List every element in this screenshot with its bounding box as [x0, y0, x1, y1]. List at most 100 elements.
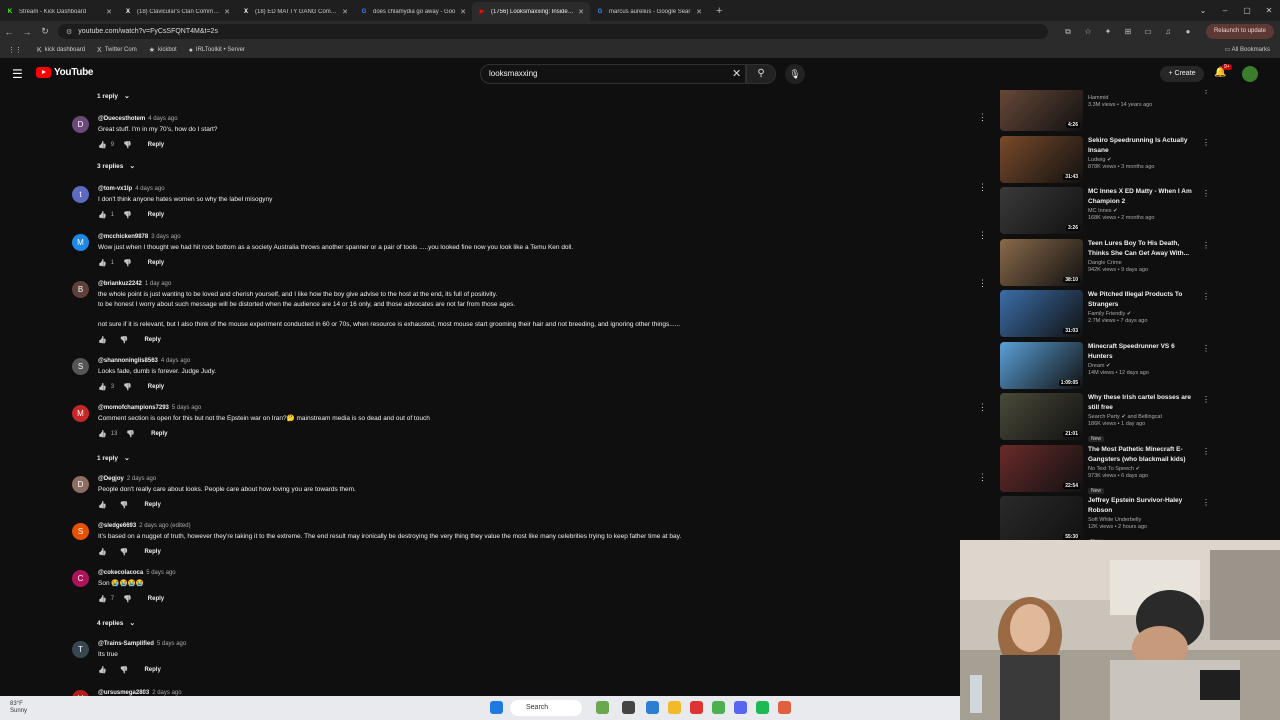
profile-icon[interactable]: ● — [1178, 27, 1198, 37]
taskbar-search[interactable]: Search — [510, 700, 582, 716]
address-bar[interactable]: ⚙ youtube.com/watch?v=FyCsSFQNT4M&t=2s — [58, 24, 1048, 39]
video-channel[interactable]: No Text To Speech ✔ — [1088, 466, 1198, 472]
commenter-avatar[interactable]: M — [72, 234, 89, 251]
video-title[interactable]: The Most Pathetic Minecraft E-Gangsters … — [1088, 445, 1198, 465]
like-icon[interactable]: 👍 — [98, 383, 107, 391]
comment-author[interactable]: @momofchampions7293 — [98, 405, 169, 411]
tab-close-icon[interactable]: ✕ — [224, 8, 230, 16]
commenter-avatar[interactable]: D — [72, 476, 89, 493]
dislike-icon[interactable]: 👎 — [123, 595, 132, 603]
related-video-card[interactable]: 3:26 MC Innes X ED Matty - When I Am Cham… — [1000, 187, 1210, 237]
like-icon[interactable]: 👍 — [98, 548, 107, 556]
guide-menu-icon[interactable]: ☰ — [12, 67, 23, 81]
tab-close-icon[interactable]: ✕ — [460, 8, 466, 16]
video-thumbnail[interactable]: 4:26 — [1000, 90, 1083, 131]
comment-time[interactable]: 4 days ago — [161, 358, 190, 364]
back-button[interactable]: ← — [0, 27, 18, 37]
comment-author[interactable]: @shannoninglis8563 — [98, 358, 158, 364]
video-menu-icon[interactable]: ⋮ — [1202, 498, 1210, 507]
youtube-logo[interactable]: YouTube — [36, 67, 94, 78]
reload-button[interactable]: ↻ — [36, 26, 54, 37]
commenter-avatar[interactable]: C — [72, 570, 89, 587]
dislike-icon[interactable]: 👎 — [123, 141, 132, 149]
task-view-icon[interactable] — [622, 701, 635, 714]
video-menu-icon[interactable]: ⋮ — [1202, 189, 1210, 198]
comment-menu-icon[interactable]: ⋮ — [978, 278, 987, 289]
browser-tab[interactable]: Gdoes chlamydia go away - Goo ✕ — [354, 2, 472, 21]
browser-tab[interactable]: K Stream - Kick Dashboard ✕ — [0, 2, 118, 21]
reply-button[interactable]: Reply — [151, 431, 167, 437]
reply-button[interactable]: Reply — [148, 596, 164, 602]
browser-tab[interactable]: X (18) Clavicular's Clan Communi ✕ — [118, 2, 236, 21]
sidepanel-icon[interactable]: ▭ — [1138, 27, 1158, 37]
like-icon[interactable]: 👍 — [98, 211, 107, 219]
video-channel[interactable]: Dream ✔ — [1088, 363, 1198, 369]
video-title[interactable]: Minecraft Speedrunner VS 6 Hunters — [1088, 342, 1198, 362]
commenter-avatar[interactable]: D — [72, 116, 89, 133]
video-menu-icon[interactable]: ⋮ — [1202, 292, 1210, 301]
bookmark-item[interactable]: Kkick dashboard — [37, 46, 85, 54]
media-icon[interactable]: ♫ — [1158, 27, 1178, 37]
comment-author[interactable]: @tom-vx1lp — [98, 186, 132, 192]
comment-menu-icon[interactable]: ⋮ — [978, 182, 987, 193]
app-icon-1[interactable] — [596, 701, 609, 714]
tab-close-icon[interactable]: ✕ — [342, 8, 348, 16]
dislike-icon[interactable]: 👎 — [126, 430, 135, 438]
reply-button[interactable]: Reply — [148, 384, 164, 390]
clear-search-icon[interactable]: ✕ — [732, 67, 741, 80]
bookmark-item[interactable]: ● IRLToolkit • Server — [189, 46, 245, 54]
dislike-icon[interactable]: 👎 — [120, 548, 129, 556]
comment-time[interactable]: 2 days ago (edited) — [139, 523, 190, 529]
dislike-icon[interactable]: 👎 — [123, 211, 132, 219]
video-channel[interactable]: MC Innes ✔ — [1088, 208, 1198, 214]
tab-close-icon[interactable]: ✕ — [578, 8, 584, 16]
reply-button[interactable]: Reply — [148, 142, 164, 148]
video-title[interactable]: Teen Lures Boy To His Death, Thinks She … — [1088, 239, 1198, 259]
apps-icon[interactable]: ⋮⋮ — [8, 46, 25, 54]
video-menu-icon[interactable]: ⋮ — [1202, 344, 1210, 353]
commenter-avatar[interactable]: B — [72, 281, 89, 298]
video-thumbnail[interactable]: 21:01 — [1000, 393, 1083, 440]
comment-time[interactable]: 4 days ago — [135, 186, 164, 192]
bookmark-star-icon[interactable]: ☆ — [1078, 27, 1098, 37]
tab-close-icon[interactable]: ✕ — [696, 8, 702, 16]
related-video-card[interactable]: 1:09:05 Minecraft Speedrunner VS 6 Hunter… — [1000, 341, 1210, 392]
dislike-icon[interactable]: 👎 — [120, 666, 129, 674]
video-menu-icon[interactable]: ⋮ — [1202, 241, 1210, 250]
commenter-avatar[interactable]: M — [72, 405, 89, 422]
commenter-avatar[interactable]: S — [72, 523, 89, 540]
video-channel[interactable]: Dangle Crime — [1088, 260, 1198, 266]
site-info-icon[interactable]: ⚙ — [66, 28, 72, 36]
commenter-avatar[interactable]: t — [72, 186, 89, 203]
comment-author[interactable]: @Trains-Samplified — [98, 641, 154, 647]
view-replies-toggle[interactable]: 4 replies ⌄ — [97, 619, 135, 627]
like-icon[interactable]: 👍 — [98, 141, 107, 149]
video-channel[interactable]: Search Party ✔ and Bellingcat — [1088, 414, 1198, 420]
related-video-card[interactable]: 31:03 We Pitched Illegal Products To Stra… — [1000, 290, 1210, 340]
video-title[interactable]: Jeffrey Epstein Survivor-Haley Robson — [1088, 496, 1198, 516]
reply-button[interactable]: Reply — [144, 667, 160, 673]
comment-author[interactable]: @mcchicken9878 — [98, 234, 148, 240]
comment-time[interactable]: 4 days ago — [148, 116, 177, 122]
puzzle-icon[interactable]: ⊞ — [1118, 27, 1138, 37]
comment-author[interactable]: @sledge6693 — [98, 523, 136, 529]
dislike-icon[interactable]: 👎 — [123, 259, 132, 267]
related-video-card[interactable]: 38:10 Teen Lures Boy To His Death, Thinks… — [1000, 238, 1210, 289]
weather-widget[interactable]: 83°F Sunny — [10, 701, 27, 715]
browser-tab[interactable]: ▶ (1756) Looksmaxxing: Inside th ✕ — [472, 2, 590, 21]
relaunch-button[interactable]: Relaunch to update — [1205, 24, 1274, 39]
reply-button[interactable]: Reply — [148, 260, 164, 266]
like-icon[interactable]: 👍 — [98, 595, 107, 603]
minimize-button[interactable]: – — [1214, 0, 1236, 21]
app-icon-2[interactable] — [646, 701, 659, 714]
tab-close-icon[interactable]: ✕ — [106, 8, 112, 16]
video-thumbnail[interactable]: 38:10 — [1000, 238, 1083, 286]
install-icon[interactable]: ⧉ — [1058, 27, 1078, 37]
chrome-icon[interactable] — [712, 701, 725, 714]
comment-time[interactable]: 5 days ago — [146, 570, 175, 576]
view-replies-toggle[interactable]: 1 reply ⌄ — [97, 92, 130, 100]
spotify-icon[interactable] — [756, 701, 769, 714]
file-explorer-icon[interactable] — [668, 701, 681, 714]
related-video-card[interactable]: 22:54 The Most Pathetic Minecraft E-Gangs… — [1000, 444, 1210, 495]
maximize-button[interactable]: ▢ — [1236, 0, 1258, 21]
